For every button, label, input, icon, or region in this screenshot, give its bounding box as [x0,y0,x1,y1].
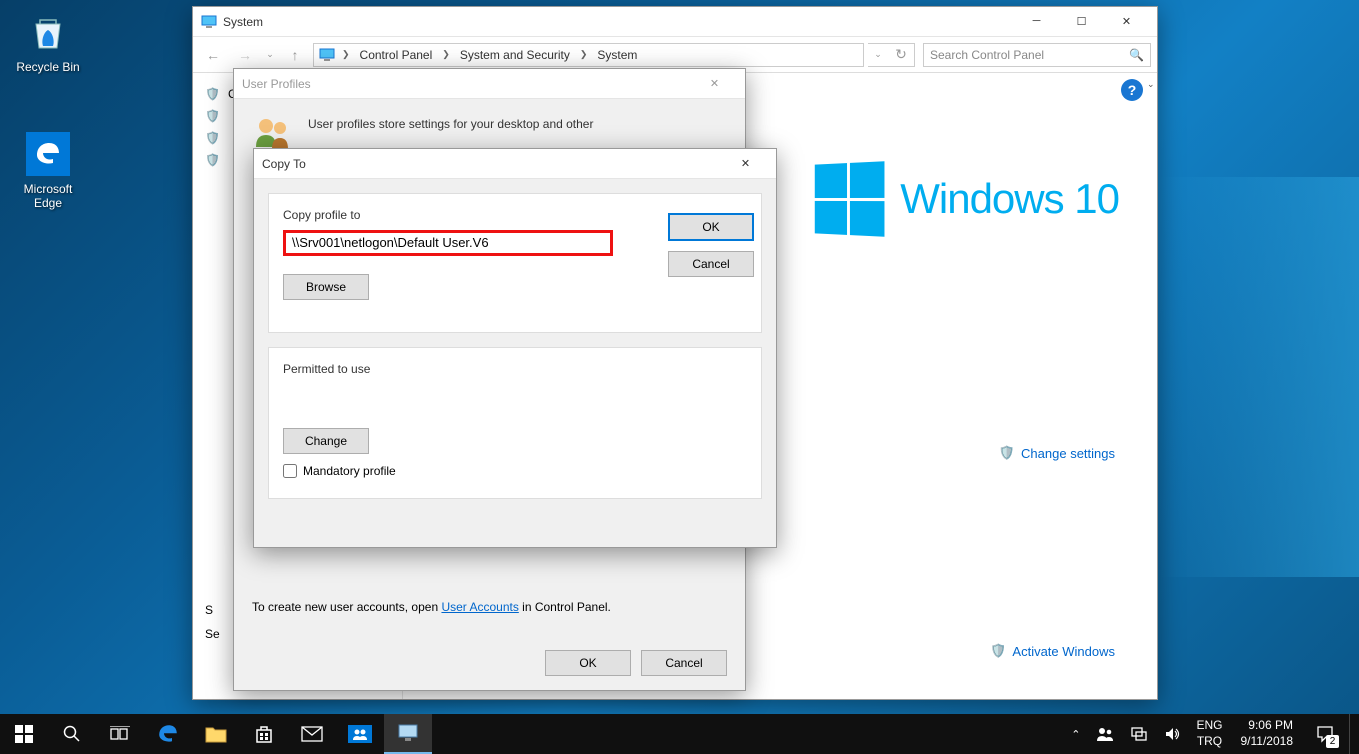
windows-logo-text: Windows 10 [900,175,1119,223]
taskbar-system-icon[interactable] [384,714,432,754]
shield-icon: 🛡️ [205,131,220,145]
close-button[interactable]: ✕ [1104,6,1149,36]
mandatory-label: Mandatory profile [303,464,396,478]
close-button[interactable]: ✕ [723,148,768,178]
up-arrow-icon[interactable]: ↑ [281,41,309,69]
path-input[interactable] [292,235,604,250]
refresh-icon[interactable]: ↻ [888,41,914,69]
clock-time: 9:06 PM [1241,718,1294,734]
chevron-down-icon[interactable]: ⌄ [1147,79,1157,90]
back-arrow-icon[interactable]: ← [199,41,227,69]
profiles-title: User Profiles [242,77,692,91]
permitted-fieldset: Permitted to use Change Mandatory profil… [268,347,762,499]
notification-badge: 2 [1326,735,1339,748]
notification-icon[interactable]: 2 [1305,714,1345,754]
close-button[interactable]: ✕ [692,68,737,98]
tray-network-icon[interactable] [1124,714,1154,754]
user-accounts-link[interactable]: User Accounts [441,600,518,614]
ok-button[interactable]: OK [668,213,754,241]
profiles-footer: To create new user accounts, open User A… [252,600,727,614]
taskbar-explorer-icon[interactable] [192,714,240,754]
ok-button[interactable]: OK [545,650,631,676]
copyto-titlebar[interactable]: Copy To ✕ [254,149,776,179]
clock[interactable]: 9:06 PM 9/11/2018 [1233,718,1302,749]
pc-icon [318,46,336,64]
taskbar-contacts-icon[interactable] [336,714,384,754]
minimize-button[interactable]: ─ [1014,6,1059,36]
history-dropdown-icon[interactable]: ⌄ [868,41,888,69]
browse-button[interactable]: Browse [283,274,369,300]
shield-icon: 🛡️ [205,87,220,101]
edge-label: Microsoft Edge [8,182,88,210]
show-desktop-button[interactable] [1349,714,1355,754]
crumb-system[interactable]: System [593,46,641,64]
permitted-label: Permitted to use [283,362,747,376]
search-input[interactable]: Search Control Panel 🔍 [923,43,1151,67]
chevron-right-icon: ❯ [338,49,354,60]
recent-dropdown-icon[interactable]: ⌄ [263,41,277,69]
profiles-titlebar[interactable]: User Profiles ✕ [234,69,745,99]
help-icon[interactable]: ? [1121,79,1143,101]
system-title: System [223,15,263,29]
taskbar: ⌃ ENGTRQ 9:06 PM 9/11/2018 2 [0,714,1359,754]
edge-icon[interactable]: Microsoft Edge [8,130,88,210]
crumb-control-panel[interactable]: Control Panel [356,46,437,64]
tray-people-icon[interactable] [1090,714,1120,754]
language-indicator[interactable]: ENGTRQ [1190,718,1228,749]
copy-to-dialog: Copy To ✕ Copy profile to Browse OK Canc… [253,148,777,548]
system-titlebar[interactable]: System ─ ☐ ✕ [193,7,1157,37]
task-view-icon[interactable] [96,714,144,754]
computer-icon [201,14,217,30]
taskbar-mail-icon[interactable] [288,714,336,754]
cancel-button[interactable]: Cancel [641,650,727,676]
shield-icon: 🛡️ [205,109,220,123]
clock-date: 9/11/2018 [1241,734,1294,750]
recycle-bin-label: Recycle Bin [8,60,88,74]
chevron-right-icon: ❯ [576,49,592,60]
shield-icon: 🛡️ [990,643,1006,659]
path-input-wrapper [283,230,613,256]
windows-logo: Windows 10 [812,163,1119,235]
activate-link[interactable]: 🛡️ Activate Windows [990,643,1115,659]
recycle-bin-icon[interactable]: Recycle Bin [8,8,88,74]
shield-icon: 🛡️ [205,153,220,167]
search-icon: 🔍 [1129,48,1144,62]
profiles-description: User profiles store settings for your de… [308,113,593,131]
change-settings-link[interactable]: 🛡️ Change settings [999,445,1115,461]
sidebar-se: Se [205,627,220,641]
breadcrumb[interactable]: ❯ Control Panel ❯ System and Security ❯ … [313,43,864,67]
maximize-button[interactable]: ☐ [1059,6,1104,36]
sidebar-s: S [205,603,213,617]
copyto-title: Copy To [262,157,723,171]
change-button[interactable]: Change [283,428,369,454]
tray-volume-icon[interactable] [1158,714,1186,754]
forward-arrow-icon[interactable]: → [231,41,259,69]
chevron-right-icon: ❯ [438,49,454,60]
taskbar-store-icon[interactable] [240,714,288,754]
taskbar-edge-icon[interactable] [144,714,192,754]
mandatory-checkbox[interactable] [283,464,297,478]
search-icon[interactable] [48,714,96,754]
search-placeholder: Search Control Panel [930,48,1044,62]
start-button[interactable] [0,714,48,754]
crumb-system-security[interactable]: System and Security [456,46,574,64]
tray-chevron-up-icon[interactable]: ⌃ [1065,714,1086,754]
cancel-button[interactable]: Cancel [668,251,754,277]
shield-icon: 🛡️ [999,445,1015,461]
